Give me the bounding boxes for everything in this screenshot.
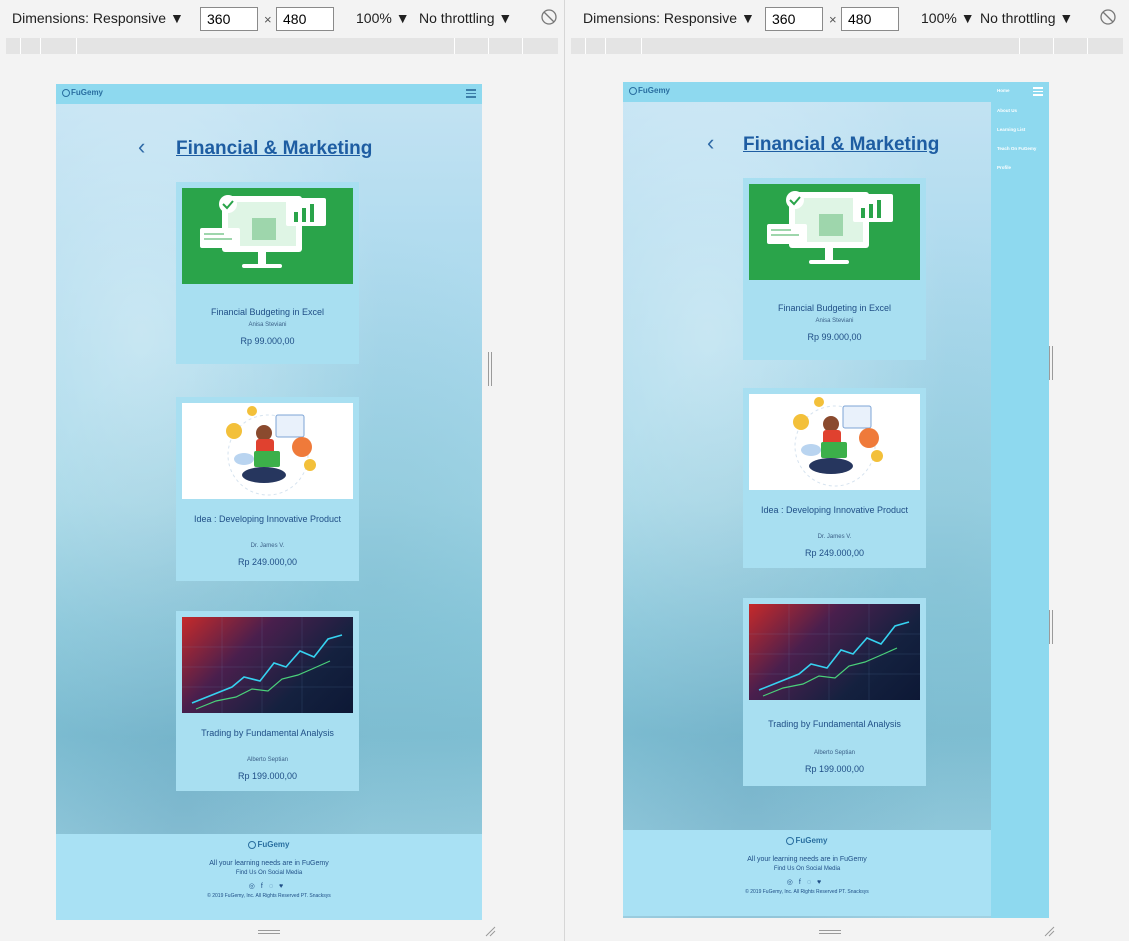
zoom-dropdown[interactable]: 100% ▼: [356, 10, 410, 26]
footer-logo[interactable]: FuGemy: [623, 836, 991, 845]
devtools-pane-left: Dimensions: Responsive ▼ × 100% ▼ No thr…: [0, 0, 564, 941]
device-toolbar: Dimensions: Responsive ▼ × 100% ▼ No thr…: [565, 0, 1129, 36]
right-resize-handle[interactable]: [488, 352, 494, 386]
course-thumbnail: [182, 617, 353, 713]
drawer-item-home[interactable]: Home: [997, 88, 1010, 93]
course-title[interactable]: Idea : Developing Innovative Product: [743, 504, 926, 517]
footer-social-heading: Find Us On Social Media: [773, 866, 841, 872]
height-input[interactable]: [841, 7, 899, 31]
media-query-ruler[interactable]: [571, 38, 1123, 54]
drawer-item-about-us[interactable]: About Us: [997, 108, 1017, 113]
twitter-icon[interactable]: ♥: [279, 883, 289, 890]
course-card[interactable]: Idea : Developing Innovative Product Dr.…: [176, 397, 359, 581]
times-label: ×: [829, 12, 837, 27]
app-header: FuGemy: [56, 84, 482, 104]
course-title[interactable]: Idea : Developing Innovative Product: [176, 513, 359, 526]
right-resize-handle[interactable]: [1049, 346, 1055, 380]
course-author: Anisa Steviani: [248, 322, 287, 328]
course-thumbnail: [749, 394, 920, 490]
hamburger-icon[interactable]: [466, 89, 476, 98]
course-author: Anisa Steviani: [815, 318, 854, 324]
course-title[interactable]: Trading by Fundamental Analysis: [743, 718, 926, 731]
device-viewport: FuGemy ‹ Financial & Marketing Financial…: [56, 84, 482, 920]
course-author: Alberto Septian: [246, 757, 289, 763]
copyright-text: © 2019 FuGemy, Inc. All Rights Reserved …: [745, 889, 869, 895]
devtools-pane-right: Dimensions: Responsive ▼ × 100% ▼ No thr…: [565, 0, 1129, 941]
instagram-icon[interactable]: ◎: [787, 879, 799, 886]
course-price: Rp 249.000,00: [804, 548, 865, 558]
course-author: Dr. James V.: [250, 543, 285, 549]
course-price: Rp 199.000,00: [237, 771, 298, 781]
course-thumbnail: [182, 403, 353, 499]
device-toolbar: Dimensions: Responsive ▼ × 100% ▼ No thr…: [0, 0, 564, 36]
page-footer: FuGemy All your learning needs are in Fu…: [623, 830, 991, 916]
course-author: Alberto Septian: [813, 750, 856, 756]
course-price: Rp 99.000,00: [807, 332, 862, 342]
corner-resize-icon[interactable]: [1043, 925, 1055, 937]
course-thumbnail: [749, 184, 920, 280]
media-query-ruler[interactable]: [6, 38, 558, 54]
throttle-dropdown[interactable]: No throttling ▼: [980, 10, 1073, 26]
logo-mark-icon: [248, 840, 257, 849]
throttle-dropdown[interactable]: No throttling ▼: [419, 10, 512, 26]
page-footer: FuGemy All your learning needs are in Fu…: [56, 834, 482, 920]
drawer-item-profile[interactable]: Profile: [997, 165, 1011, 170]
course-title[interactable]: Financial Budgeting in Excel: [743, 302, 926, 315]
drawer-item-learning-list[interactable]: Learning List: [997, 127, 1025, 132]
course-card[interactable]: Idea : Developing Innovative Product Dr.…: [743, 388, 926, 568]
facebook-icon[interactable]: f: [799, 879, 807, 886]
facebook-icon[interactable]: f: [261, 883, 269, 890]
rotate-icon[interactable]: [1099, 8, 1117, 26]
social-icons: ◎f◌♥: [56, 882, 482, 890]
copyright-text: © 2019 FuGemy, Inc. All Rights Reserved …: [207, 893, 331, 899]
dimensions-dropdown[interactable]: Dimensions: Responsive ▼: [12, 10, 184, 26]
instagram-icon[interactable]: ◎: [249, 883, 261, 890]
course-card[interactable]: Financial Budgeting in Excel Anisa Stevi…: [743, 178, 926, 360]
course-card[interactable]: Trading by Fundamental Analysis Alberto …: [176, 611, 359, 791]
twitter-icon[interactable]: ♥: [817, 879, 827, 886]
course-title[interactable]: Financial Budgeting in Excel: [176, 306, 359, 319]
footer-tagline: All your learning needs are in FuGemy: [747, 856, 867, 863]
back-chevron-icon[interactable]: ‹: [707, 132, 714, 154]
corner-resize-icon[interactable]: [484, 925, 496, 937]
course-thumbnail: [749, 604, 920, 700]
fugemy-logo[interactable]: FuGemy: [62, 88, 103, 97]
social-icons: ◎f◌♥: [623, 878, 991, 886]
width-input[interactable]: [765, 7, 823, 31]
footer-tagline: All your learning needs are in FuGemy: [209, 860, 329, 867]
dimensions-dropdown[interactable]: Dimensions: Responsive ▼: [583, 10, 755, 26]
page-title: Financial & Marketing: [743, 134, 940, 155]
course-price: Rp 99.000,00: [240, 336, 295, 346]
times-label: ×: [264, 12, 272, 27]
logo-mark-icon: [786, 836, 795, 845]
logo-mark-icon: [629, 86, 637, 95]
course-thumbnail: [182, 188, 353, 284]
bottom-resize-handle[interactable]: [819, 930, 841, 934]
fugemy-logo[interactable]: FuGemy: [629, 86, 670, 95]
whatsapp-icon[interactable]: ◌: [269, 883, 279, 890]
hamburger-icon[interactable]: [1033, 87, 1043, 96]
whatsapp-icon[interactable]: ◌: [807, 879, 817, 886]
device-viewport: FuGemy ‹ Financial & Marketing Financial…: [623, 82, 1049, 918]
rotate-icon[interactable]: [540, 8, 558, 26]
drawer-item-teach-on-fugemy[interactable]: Teach On FuGemy: [997, 146, 1036, 151]
page-title: Financial & Marketing: [176, 138, 373, 159]
height-input[interactable]: [276, 7, 334, 31]
app-header: FuGemy: [623, 82, 1049, 102]
width-input[interactable]: [200, 7, 258, 31]
course-author: Dr. James V.: [817, 534, 852, 540]
footer-social-heading: Find Us On Social Media: [235, 870, 303, 876]
right-resize-handle-lower[interactable]: [1049, 610, 1055, 644]
course-card[interactable]: Trading by Fundamental Analysis Alberto …: [743, 598, 926, 786]
footer-logo[interactable]: FuGemy: [56, 840, 482, 849]
logo-mark-icon: [62, 88, 70, 97]
course-price: Rp 199.000,00: [804, 764, 865, 774]
bottom-resize-handle[interactable]: [258, 930, 280, 934]
course-card[interactable]: Financial Budgeting in Excel Anisa Stevi…: [176, 182, 359, 364]
course-price: Rp 249.000,00: [237, 557, 298, 567]
nav-drawer: Home About Us Learning List Teach On FuG…: [991, 82, 1049, 918]
zoom-dropdown[interactable]: 100% ▼: [921, 10, 975, 26]
back-chevron-icon[interactable]: ‹: [138, 136, 145, 158]
course-title[interactable]: Trading by Fundamental Analysis: [176, 727, 359, 740]
